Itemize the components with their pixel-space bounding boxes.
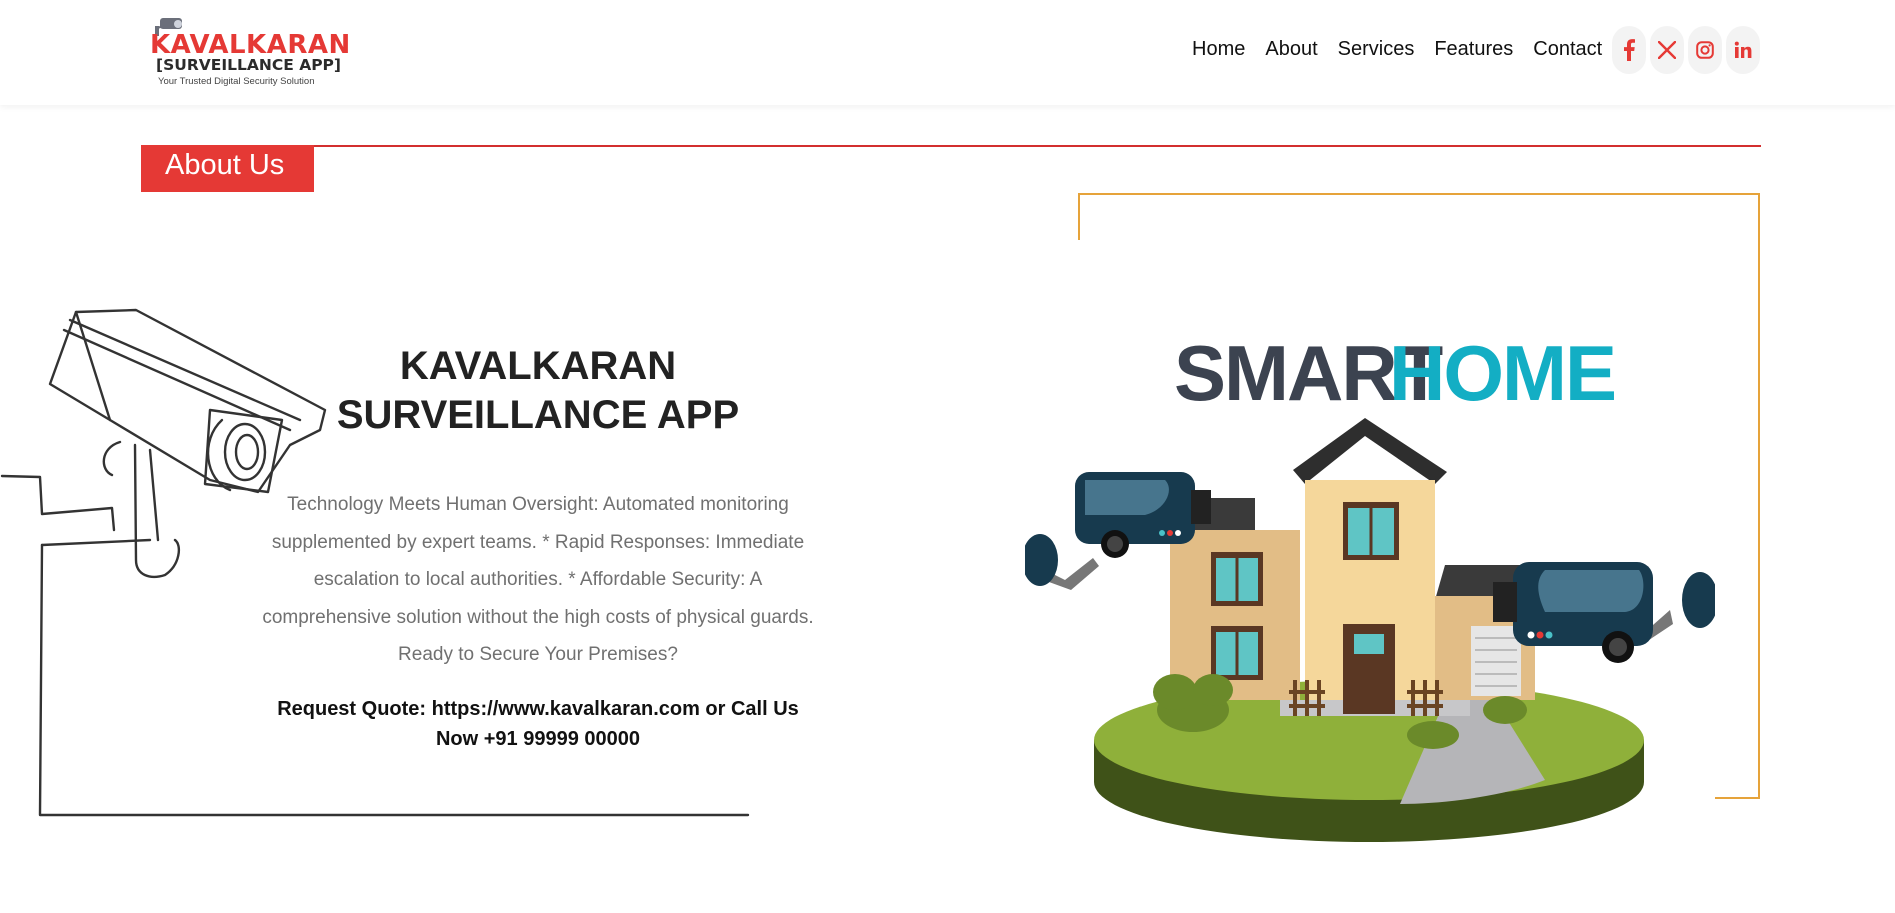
instagram-link[interactable] [1688, 26, 1722, 74]
instagram-icon [1696, 41, 1714, 59]
nav-features[interactable]: Features [1434, 38, 1513, 61]
brand-logo[interactable]: KAVALKARAN [SURVEILLANCE APP] Your Trust… [148, 16, 350, 88]
facebook-icon [1624, 39, 1635, 61]
section-label: About Us [141, 145, 314, 192]
nav-home[interactable]: Home [1192, 38, 1245, 61]
site-header: KAVALKARAN [SURVEILLANCE APP] Your Trust… [0, 0, 1895, 105]
facebook-link[interactable] [1612, 26, 1646, 74]
about-heading: KAVALKARAN SURVEILLANCE APP [336, 344, 740, 437]
brand-tagline: Your Trusted Digital Security Solution [158, 76, 315, 87]
linkedin-icon [1734, 41, 1752, 58]
home-word: HOME [1389, 329, 1615, 417]
nav-about[interactable]: About [1265, 38, 1317, 61]
linkedin-link[interactable] [1726, 26, 1760, 74]
smart-home-illustration: SMART HOME [1022, 240, 1718, 908]
nav-services[interactable]: Services [1338, 38, 1415, 61]
x-twitter-icon [1658, 41, 1676, 59]
brand-subtitle: [SURVEILLANCE APP] [156, 56, 342, 74]
section-divider [141, 145, 1761, 147]
about-description: Technology Meets Human Oversight: Automa… [262, 494, 814, 665]
quote-cta: Request Quote: https://www.kavalkaran.co… [277, 698, 799, 750]
x-link[interactable] [1650, 26, 1684, 74]
nav-contact[interactable]: Contact [1533, 38, 1602, 61]
main-nav: Home About Services Features Contact [1192, 38, 1622, 61]
social-links [1612, 26, 1764, 74]
